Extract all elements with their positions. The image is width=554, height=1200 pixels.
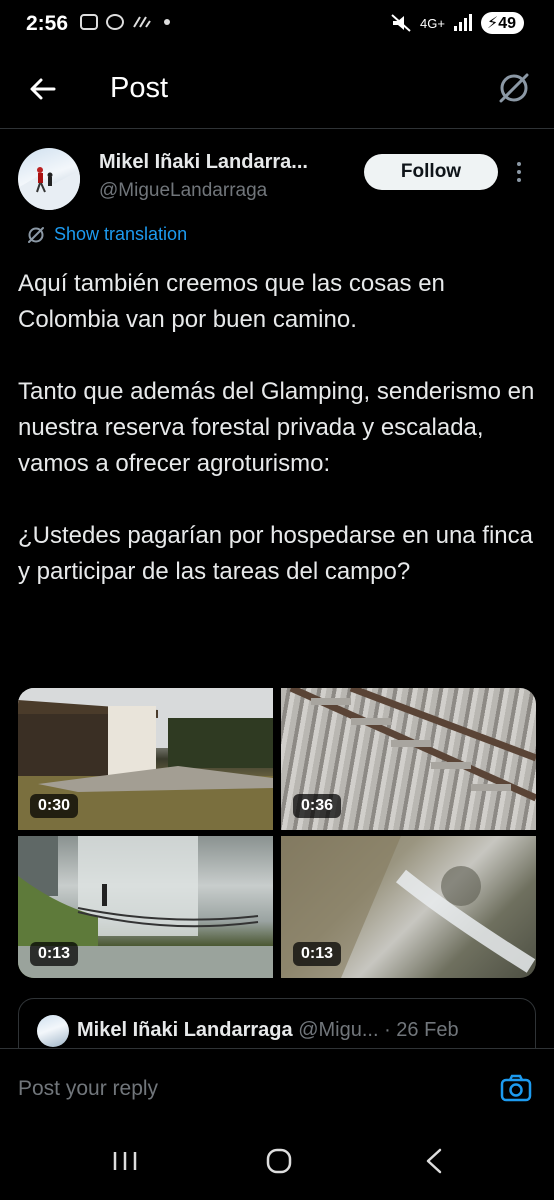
video-thumbnail-stream[interactable]: 0:13 [281, 836, 536, 978]
system-back-icon[interactable] [424, 1148, 444, 1174]
post-text: Aquí también creemos que las cosas en Co… [18, 270, 535, 585]
camera-notification-icon [106, 14, 124, 30]
author-name[interactable]: Mikel Iñaki Landarra... [99, 151, 308, 174]
screenshot-icon [80, 14, 98, 30]
video-thumbnail-waterfall-bridge[interactable]: 0:13 [18, 836, 273, 978]
video-duration: 0:13 [293, 942, 342, 966]
back-arrow-icon[interactable] [28, 74, 58, 104]
status-time: 2:56 [26, 12, 69, 35]
more-options-icon[interactable] [516, 162, 522, 184]
quoted-avatar [37, 1015, 69, 1047]
author-handle[interactable]: @MigueLandarraga [99, 180, 267, 202]
status-notification-icons [80, 14, 170, 30]
more-notifications-icon [164, 19, 170, 25]
battery-level: 49 [498, 15, 516, 32]
video-thumbnail-glamping[interactable]: 0:30 [18, 688, 273, 830]
camera-icon[interactable] [500, 1073, 532, 1103]
top-app-bar: Post [0, 52, 554, 129]
grok-icon[interactable] [496, 70, 532, 106]
grok-translate-icon [28, 226, 44, 243]
signal-icon [453, 14, 472, 31]
home-icon[interactable] [266, 1148, 292, 1174]
media-grid: 0:30 0:36 0:13 0:13 [18, 688, 536, 978]
quoted-author-name: Mikel Iñaki Landarraga [77, 1019, 293, 1041]
status-system-icons: 4G+ ⚡49 [390, 12, 524, 34]
avatar-image [18, 167, 80, 210]
battery-indicator: ⚡49 [480, 12, 524, 34]
show-translation-link[interactable]: Show translation [26, 224, 187, 245]
quoted-post-date: · 26 Feb [384, 1019, 459, 1041]
author-avatar[interactable] [18, 148, 80, 210]
wifi-calling-icon [133, 16, 151, 28]
video-duration: 0:36 [293, 794, 342, 818]
follow-button[interactable]: Follow [364, 154, 498, 190]
network-type: 4G+ [420, 15, 445, 31]
system-navigation-bar [0, 1120, 554, 1200]
show-translation-label: Show translation [54, 224, 188, 244]
video-duration: 0:30 [30, 794, 79, 818]
quoted-author-handle: @Migu... [298, 1019, 379, 1041]
mute-icon [391, 14, 411, 32]
quoted-post-header: Mikel Iñaki Landarraga @Migu... · 26 Feb [77, 1019, 459, 1042]
reply-input[interactable]: Post your reply [18, 1077, 158, 1101]
video-duration: 0:13 [30, 942, 79, 966]
video-thumbnail-railway[interactable]: 0:36 [281, 688, 536, 830]
page-title: Post [110, 72, 169, 104]
recent-apps-icon[interactable] [112, 1150, 138, 1172]
reply-bar: Post your reply [0, 1048, 554, 1121]
